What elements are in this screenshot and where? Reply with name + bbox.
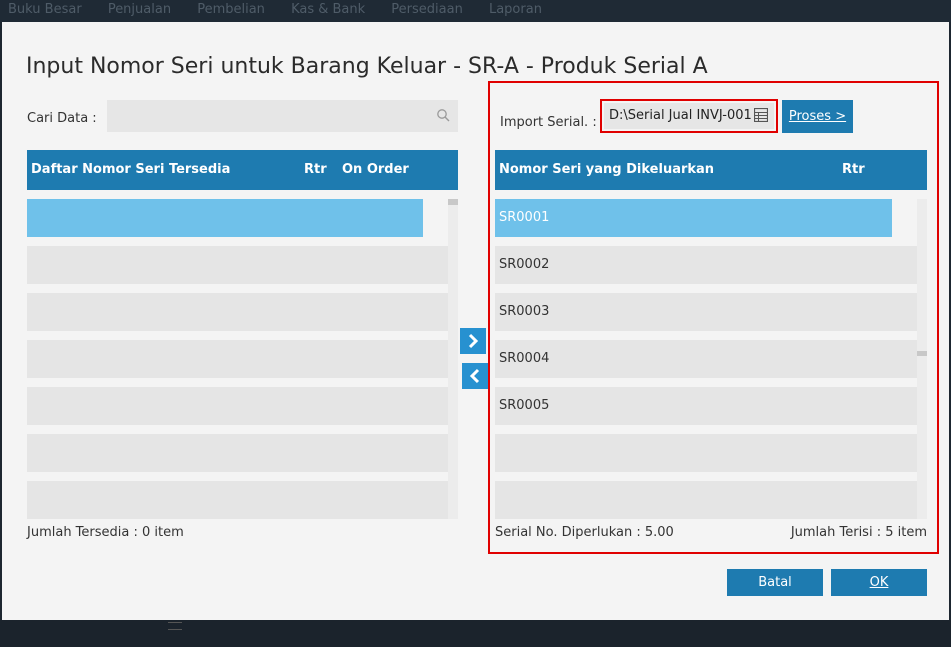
right-scroll-thumb[interactable] [917,351,927,356]
col-nomor-seri-dikeluarkan[interactable]: Nomor Seri yang Dikeluarkan [499,162,714,177]
serial-required: Serial No. Diperlukan : 5.00 [495,525,674,540]
table-row[interactable] [27,387,448,425]
import-serial-field[interactable]: D:\Serial Jual INVJ-001 [604,103,774,129]
left-scrollbar[interactable] [448,199,458,519]
proses-label: Proses > [788,109,847,124]
batal-label: Batal [758,575,792,590]
table-row[interactable]: SR0003 [495,293,917,331]
import-serial-label: Import Serial. : [500,115,597,130]
ok-label: OK [869,575,889,590]
col-rtr[interactable]: Rtr [842,162,865,177]
batal-button[interactable]: Batal [727,569,823,596]
proses-button[interactable]: Proses > [782,100,853,133]
menu-pembelian[interactable]: Pembelian [197,2,265,17]
serial-number-dialog: Input Nomor Seri untuk Barang Keluar - S… [2,22,949,620]
move-right-button[interactable] [460,328,486,354]
import-serial-value: D:\Serial Jual INVJ-001 [609,108,752,123]
left-table-header: Daftar Nomor Seri Tersedia Rtr On Order [27,150,458,190]
search-label: Cari Data : [27,111,97,126]
table-row[interactable] [27,481,448,519]
menu-laporan[interactable]: Laporan [489,2,542,17]
chevron-right-icon [468,333,479,349]
col-rtr[interactable]: Rtr [304,162,327,177]
table-row[interactable] [495,481,917,519]
table-row[interactable]: SR0001 [495,199,892,237]
menu-persediaan[interactable]: Persediaan [391,2,463,17]
filled-count: Jumlah Terisi : 5 item [790,525,927,540]
table-row[interactable] [27,246,448,284]
left-scroll-thumb[interactable] [448,199,458,205]
grip-icon [168,622,182,630]
table-row[interactable] [27,199,423,237]
search-input[interactable] [107,100,458,132]
app-bottom-bar [0,620,951,647]
table-icon[interactable] [754,108,768,122]
table-row[interactable] [495,434,917,472]
table-row[interactable]: SR0002 [495,246,917,284]
col-daftar-nomor-seri[interactable]: Daftar Nomor Seri Tersedia [31,162,230,177]
move-left-button[interactable] [462,363,488,389]
menu-penjualan[interactable]: Penjualan [108,2,171,17]
table-row[interactable]: SR0004 [495,340,917,378]
table-row[interactable] [27,340,448,378]
ok-button[interactable]: OK [831,569,927,596]
search-icon [437,109,450,122]
right-scrollbar[interactable] [917,199,927,519]
menu-buku-besar[interactable]: Buku Besar [8,2,82,17]
right-table-header: Nomor Seri yang Dikeluarkan Rtr [495,150,927,190]
col-on-order[interactable]: On Order [342,162,409,177]
dialog-title: Input Nomor Seri untuk Barang Keluar - S… [26,54,708,79]
available-count: Jumlah Tersedia : 0 item [27,525,184,540]
app-menubar: Buku Besar Penjualan Pembelian Kas & Ban… [0,0,951,22]
table-row[interactable] [27,293,448,331]
table-row[interactable] [27,434,448,472]
menu-kas-bank[interactable]: Kas & Bank [291,2,365,17]
table-row[interactable]: SR0005 [495,387,917,425]
chevron-left-icon [469,368,480,384]
